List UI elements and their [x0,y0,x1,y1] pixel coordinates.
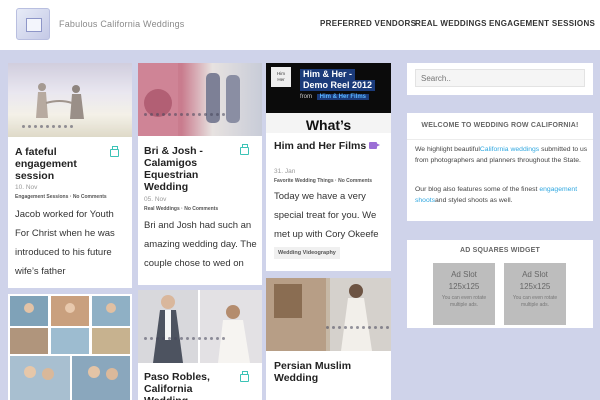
post-comments[interactable]: No Comments [338,178,372,184]
video-author-link[interactable]: Him & Her Films [316,94,370,100]
video-from: from Him & Her Films [300,94,370,100]
post-thumbnail[interactable] [266,278,391,351]
post-category[interactable]: Engagement Sessions [15,194,68,200]
video-title-line2[interactable]: Demo Reel 2012 [300,80,376,91]
post-meta: Real Weddings · No Comments [144,206,219,212]
post-thumbnail[interactable] [8,63,132,137]
post-meta: Engagement Sessions · No Comments [15,194,107,200]
post-thumbnail[interactable] [138,290,262,363]
slider-dots[interactable] [144,113,225,117]
video-player[interactable]: Him Her Him & Her - Demo Reel 2012 from H… [266,63,391,133]
post-date: 10. Nov [15,184,38,191]
post-meta: Favorite Wedding Things · No Comments [274,178,372,184]
nav-engagement-sessions[interactable]: ENGAGEMENT SESSIONS [489,19,595,28]
video-post-icon [369,142,380,149]
post-title[interactable]: A fateful engagement session [15,146,113,182]
ad-slot[interactable]: Ad Slot 125x125 You can even rotate multi… [433,263,495,325]
post-card [8,294,132,400]
post-title[interactable]: Him and Her Films [274,140,374,152]
standard-post-icon [110,146,119,157]
post-card: Bri & Josh - Calamigos Equestrian Weddin… [138,63,262,285]
california-weddings-link[interactable]: California weddings [480,146,539,153]
post-title[interactable]: Paso Robles, California Wedding [144,371,239,400]
nav-preferred-vendors[interactable]: PREFERRED VENDORS [320,19,416,28]
post-tag[interactable]: Wedding Videography [274,247,340,259]
welcome-paragraph-1: We highlight beautifulCalifornia wedding… [415,146,588,164]
site-title[interactable]: Fabulous California Weddings [59,19,185,29]
post-category[interactable]: Real Weddings [144,206,180,212]
post-thumbnail[interactable] [138,63,262,136]
widget-divider [407,139,593,140]
standard-post-icon [240,144,249,155]
ad-squares-widget: AD SQUARES WIDGET Ad Slot 125x125 You can… [407,240,593,328]
shoes-photo [138,63,240,136]
post-date: 31. Jan [274,168,296,175]
slider-dots[interactable] [144,337,225,341]
nav-real-weddings[interactable]: REAL WEDDINGS [415,19,487,28]
post-card: Paso Robles, California Wedding [138,290,262,400]
video-thumbnail-logo: Him Her [271,67,291,87]
post-excerpt: Jacob worked for Youth For Christ when h… [15,209,115,277]
post-excerpt: Today we have a very special treat for y… [274,191,379,240]
slider-dots[interactable] [22,125,73,129]
post-comments[interactable]: No Comments [184,206,218,212]
video-title-line1[interactable]: Him & Her - [300,69,356,80]
post-date: 05. Nov [144,196,167,203]
widget-title: AD SQUARES WIDGET [459,247,540,254]
post-excerpt: Bri and Josh had such an amazing wedding… [144,220,257,269]
post-category[interactable]: Favorite Wedding Things [274,178,334,184]
site-logo[interactable] [16,8,50,40]
widget-title: WELCOME TO WEDDING ROW CALIFORNIA! [421,122,579,129]
search-input[interactable] [415,69,585,87]
standard-post-icon [240,371,249,382]
post-thumbnail[interactable] [8,294,132,400]
post-title[interactable]: Persian Muslim Wedding [274,360,374,384]
slider-dots[interactable] [326,326,391,330]
post-title[interactable]: Bri & Josh - Calamigos Equestrian Weddin… [144,145,239,193]
welcome-paragraph-2: Our blog also features some of the fines… [415,186,578,204]
ad-slot[interactable]: Ad Slot 125x125 You can even rotate multi… [504,263,566,325]
post-comments[interactable]: No Comments [73,194,107,200]
post-card: Persian Muslim Wedding [266,278,391,400]
search-widget [407,63,593,95]
post-card: Him Her Him & Her - Demo Reel 2012 from H… [266,63,391,271]
site-header: Fabulous California Weddings PREFERRED V… [0,0,600,50]
welcome-widget: WELCOME TO WEDDING ROW CALIFORNIA! We hi… [407,113,593,221]
post-card: A fateful engagement session 10. Nov Eng… [8,63,132,288]
video-frame-text: What’s [305,117,352,133]
